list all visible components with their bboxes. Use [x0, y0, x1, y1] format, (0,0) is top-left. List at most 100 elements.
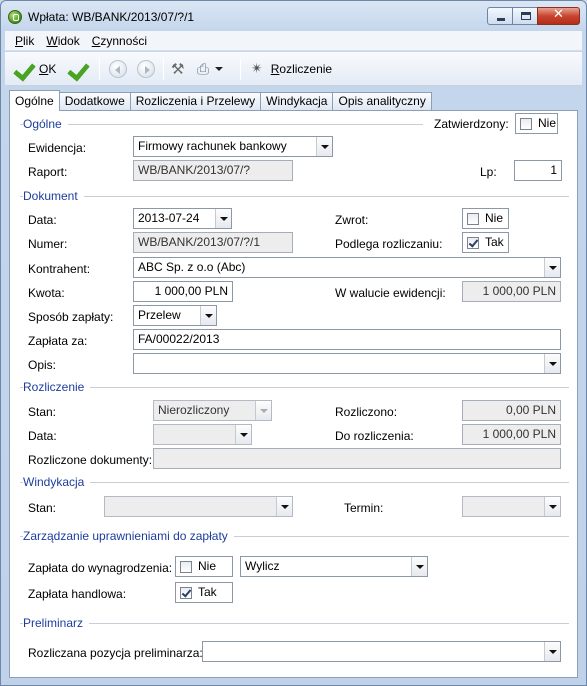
- approved-checkbox[interactable]: Nie: [515, 113, 558, 134]
- amount-field[interactable]: 1 000,00 PLN: [133, 281, 233, 302]
- toolbar-separator: [99, 58, 100, 80]
- chevron-down-icon: [255, 401, 271, 420]
- window-title: Wpłata: WB/BANK/2013/07/?/1: [28, 10, 195, 24]
- trade-payment-label: Zapłata handlowa:: [28, 587, 127, 601]
- settled-documents-label: Rozliczone dokumenty:: [28, 453, 153, 467]
- toolbar-separator: [240, 58, 241, 80]
- chevron-down-icon[interactable]: [544, 642, 560, 661]
- chevron-down-icon[interactable]: [316, 137, 332, 156]
- section-divider: [20, 623, 569, 624]
- chevron-down-icon[interactable]: [235, 425, 251, 444]
- tools-icon: ⚒: [171, 60, 185, 78]
- to-settle-field: 1 000,00 PLN: [462, 424, 561, 445]
- settled-field: 0,00 PLN: [462, 400, 561, 421]
- section-title-collection: Windykacja: [23, 475, 91, 489]
- term-select[interactable]: [462, 496, 561, 517]
- checkmark-icon: [467, 237, 479, 249]
- settlement-button[interactable]: ✴ Rozliczenie: [251, 56, 332, 82]
- payment-method-label: Sposób zapłaty:: [28, 310, 114, 324]
- previous-button[interactable]: [109, 56, 127, 82]
- print-button[interactable]: ⎙: [197, 56, 224, 82]
- preliminary-position-label: Rozliczana pozycja preliminarza:: [28, 646, 203, 660]
- amount-label: Kwota:: [28, 286, 65, 300]
- chevron-down-icon[interactable]: [544, 497, 560, 516]
- maximize-button[interactable]: [512, 7, 538, 25]
- to-settle-label: Do rozliczenia:: [335, 429, 414, 443]
- tools-button[interactable]: ⚒: [171, 56, 184, 82]
- maximize-icon: [521, 12, 531, 20]
- salary-payment-label: Zapłata do wynagrodzenia:: [28, 561, 173, 575]
- date-label: Data:: [28, 213, 57, 227]
- collection-status-select[interactable]: [104, 496, 293, 517]
- contractor-label: Kontrahent:: [28, 262, 91, 276]
- number-field: WB/BANK/2013/07/?/1: [133, 232, 293, 253]
- main-window: Wpłata: WB/BANK/2013/07/?/1 ✕ Plik Widok…: [0, 0, 587, 686]
- calculate-select[interactable]: Wylicz: [240, 556, 428, 577]
- report-field: WB/BANK/2013/07/?: [133, 160, 293, 181]
- tab-rozliczenia-i-przelewy[interactable]: Rozliczenia i Przelewy: [129, 92, 262, 111]
- magic-wand-icon: ✴: [251, 61, 263, 77]
- menu-widok[interactable]: Widok: [40, 34, 85, 48]
- minimize-button[interactable]: [487, 7, 513, 25]
- approved-checkbox-box: [520, 118, 532, 130]
- report-label: Raport:: [28, 165, 68, 179]
- tab-opis-analityczny[interactable]: Opis analityczny: [332, 92, 432, 111]
- window-controls: ✕: [487, 7, 580, 25]
- toolbar-separator: [163, 58, 164, 80]
- title-bar[interactable]: Wpłata: WB/BANK/2013/07/?/1 ✕: [1, 1, 586, 31]
- toolbar: OK ⚒ ⎙ ✴ Rozliczenie: [5, 52, 582, 86]
- subject-settlement-checkbox[interactable]: Tak: [462, 232, 509, 253]
- settlement-date-label: Data:: [28, 429, 57, 443]
- term-label: Termin:: [344, 501, 384, 515]
- menu-czynnosci[interactable]: Czynności: [86, 34, 153, 48]
- subject-settlement-label: Podlega rozliczaniu:: [335, 237, 443, 251]
- printer-icon: ⎙: [197, 60, 210, 78]
- contractor-select[interactable]: ABC Sp. z o.o (Abc): [133, 257, 561, 278]
- checkmark-icon: [180, 587, 192, 599]
- register-select[interactable]: Firmowy rachunek bankowy: [133, 136, 333, 157]
- tab-windykacja[interactable]: Windykacja: [260, 92, 334, 111]
- chevron-down-icon[interactable]: [215, 209, 231, 228]
- ok-button[interactable]: OK: [15, 56, 56, 82]
- arrow-right-icon: [137, 60, 155, 78]
- next-button[interactable]: [137, 56, 155, 82]
- approved-label: Zatwierdzony:: [434, 117, 509, 131]
- section-title-general: Ogólne: [23, 117, 68, 131]
- arrow-left-icon: [109, 60, 127, 78]
- chevron-down-icon[interactable]: [544, 258, 560, 277]
- section-divider: [20, 482, 569, 483]
- tab-dodatkowe[interactable]: Dodatkowe: [58, 92, 131, 111]
- chevron-down-icon: [215, 67, 224, 71]
- close-button[interactable]: ✕: [537, 7, 580, 25]
- return-checkbox-box: [467, 213, 479, 225]
- return-checkbox[interactable]: Nie: [462, 208, 509, 229]
- section-title-permissions: Zarządzanie uprawnieniami do zapłaty: [23, 529, 234, 543]
- menu-plik[interactable]: Plik: [9, 34, 40, 48]
- payment-for-field[interactable]: FA/00022/2013: [133, 329, 561, 350]
- chevron-down-icon[interactable]: [411, 557, 427, 576]
- preliminary-position-select[interactable]: [202, 641, 561, 662]
- trade-payment-checkbox[interactable]: Tak: [175, 582, 233, 603]
- chevron-down-icon[interactable]: [200, 306, 216, 325]
- collection-status-label: Stan:: [28, 501, 57, 515]
- ok-close-button[interactable]: [69, 56, 91, 82]
- close-icon: ✕: [553, 7, 564, 22]
- salary-payment-checkbox[interactable]: Nie: [175, 556, 233, 577]
- register-label: Ewidencja:: [28, 141, 87, 155]
- lp-field[interactable]: 1: [514, 160, 562, 181]
- section-divider: [20, 196, 569, 197]
- chevron-down-icon[interactable]: [544, 354, 560, 373]
- section-divider: [20, 387, 569, 388]
- tab-ogolne[interactable]: Ogólne: [9, 90, 60, 111]
- description-label: Opis:: [28, 358, 57, 372]
- chevron-down-icon[interactable]: [276, 497, 292, 516]
- description-select[interactable]: [133, 353, 561, 374]
- minimize-icon: [497, 18, 505, 21]
- date-picker[interactable]: 2013-07-24: [133, 208, 232, 229]
- tab-panel-general: Ogólne Zatwierdzony: Nie Ewidencja: Firm…: [9, 110, 578, 678]
- payment-method-select[interactable]: Przelew: [133, 305, 217, 326]
- lp-label: Lp:: [480, 165, 497, 179]
- tab-bar: Ogólne Dodatkowe Rozliczenia i Przelewy …: [9, 90, 432, 111]
- settlement-date-picker[interactable]: [153, 424, 252, 445]
- payment-for-label: Zapłata za:: [28, 334, 88, 348]
